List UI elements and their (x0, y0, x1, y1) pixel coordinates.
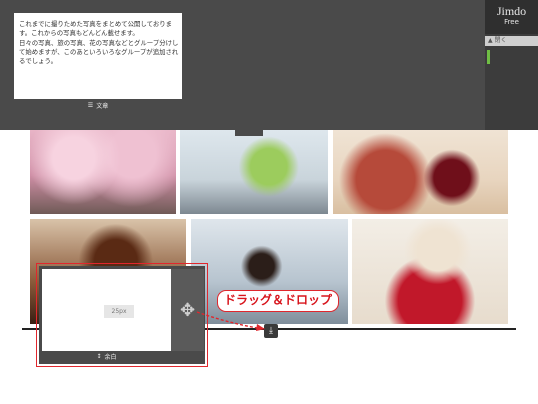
text-lines-icon: ☰ (87, 101, 94, 109)
vertical-resize-icon: ↕ (96, 353, 102, 360)
text-module-card[interactable]: これまでに撮りためた写真をまとめて公開しております。これからの写真もどんどん載せ… (14, 13, 182, 109)
drag-drop-annotation: ドラッグ＆ドロップ (217, 290, 340, 312)
spacer-label: 余白 (104, 354, 117, 361)
side-indicator (487, 50, 490, 64)
jimdo-logo[interactable]: Jimdo Free (485, 0, 538, 34)
side-panel-toggle[interactable]: ▲ 閉く (485, 36, 538, 46)
gallery-photo-wine[interactable] (333, 128, 508, 214)
spacer-footer[interactable]: ↕ 余白 (42, 351, 171, 362)
text-module-label: 文章 (96, 102, 109, 110)
text-module-body[interactable]: これまでに撮りためた写真をまとめて公開しております。これからの写真もどんどん載せ… (19, 20, 179, 66)
brand-plan: Free (504, 18, 519, 26)
gallery-photo-sakura[interactable] (30, 128, 176, 214)
brand-name: Jimdo (496, 4, 527, 18)
gallery-photo-kittens[interactable] (352, 219, 508, 324)
gallery-photo-office[interactable] (180, 128, 328, 214)
panel-notch (235, 130, 263, 136)
text-module-footer[interactable]: ☰ 文章 (14, 99, 182, 111)
spacer-height-label: 25px (104, 305, 134, 318)
